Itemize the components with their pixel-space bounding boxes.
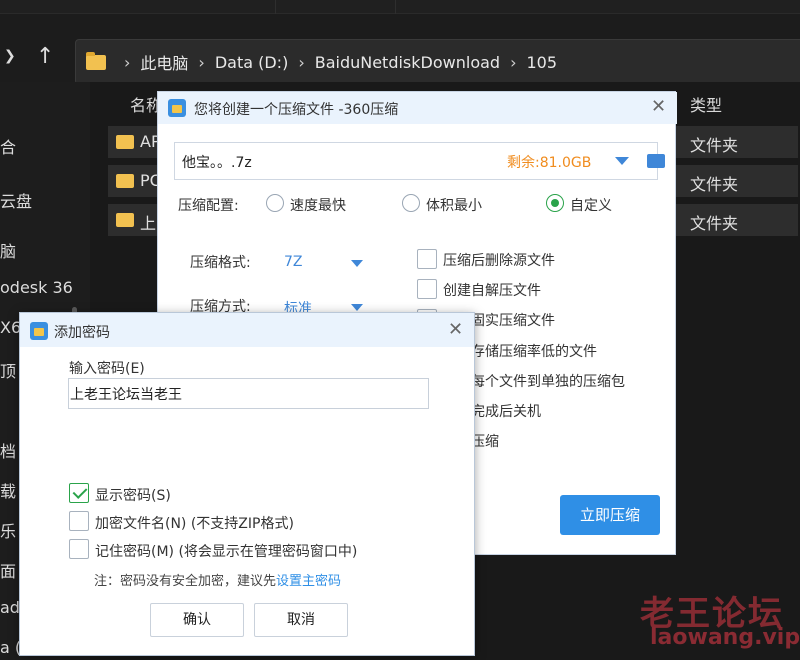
dropdown-arrow-icon[interactable] <box>615 157 629 165</box>
breadcrumb-separator-icon: › <box>510 52 517 72</box>
expand-chevron-icon[interactable]: ❯ <box>4 48 18 64</box>
option-label[interactable]: 压缩 <box>471 431 499 451</box>
breadcrumb-item[interactable]: BaiduNetdiskDownload <box>315 53 500 72</box>
password-input[interactable]: 上老王论坛当老王 <box>68 378 429 409</box>
sidebar-item[interactable]: odesk 36 <box>0 278 73 297</box>
password-label: 输入密码(E) <box>69 361 145 377</box>
close-icon[interactable]: ✕ <box>448 321 463 339</box>
archive-name-field[interactable]: 他宝。。.7z 剩余:81.0GB <box>174 142 665 180</box>
sidebar-item[interactable]: 乐 <box>0 518 16 542</box>
checkbox-label[interactable]: 记住密码(M) (将会显示在管理密码窗口中) <box>95 541 357 561</box>
archive-name: 他宝。。.7z <box>182 155 252 171</box>
cancel-button[interactable]: 取消 <box>254 603 348 637</box>
sidebar-item[interactable]: 合 <box>0 134 16 158</box>
sidebar-item[interactable]: 档 <box>0 438 16 462</box>
show-password-checkbox[interactable] <box>69 483 89 503</box>
sidebar-item[interactable]: 顶 <box>0 358 16 382</box>
file-type: 文件夹 <box>690 175 739 194</box>
dialog-title: 您将创建一个压缩文件 -360压缩 <box>194 102 399 118</box>
file-type: 文件夹 <box>690 136 739 155</box>
app-icon <box>168 99 186 117</box>
file-type: 文件夹 <box>690 214 739 233</box>
app-icon <box>30 322 48 340</box>
file-name: 上 <box>140 214 157 233</box>
option-label[interactable]: 固实压缩文件 <box>471 310 555 330</box>
set-master-password-link[interactable]: 设置主密码 <box>276 574 341 589</box>
address-bar[interactable]: › 此电脑 › Data (D:) › BaiduNetdiskDownload… <box>75 39 800 85</box>
sidebar-item[interactable]: X6 <box>0 318 21 337</box>
chevron-down-icon[interactable] <box>351 260 363 267</box>
sidebar-item[interactable]: 云盘 <box>0 188 32 212</box>
option-checkbox[interactable] <box>417 279 437 299</box>
checkbox-label[interactable]: 显示密码(S) <box>95 485 171 505</box>
dialog-title: 添加密码 <box>54 325 110 341</box>
password-dialog-titlebar[interactable]: 添加密码 ✕ <box>20 313 474 347</box>
format-select[interactable]: 7Z <box>284 254 303 270</box>
radio-fastest[interactable] <box>266 194 284 212</box>
password-dialog: 添加密码 ✕ 输入密码(E) 上老王论坛当老王 显示密码(S) 加密文件名(N)… <box>19 312 475 656</box>
format-label: 压缩格式: <box>190 255 251 271</box>
radio-label[interactable]: 自定义 <box>570 195 612 215</box>
sidebar-item[interactable]: 面 <box>0 558 16 582</box>
breadcrumb-item[interactable]: 105 <box>526 53 557 72</box>
checkbox-label[interactable]: 加密文件名(N) (不支持ZIP格式) <box>95 513 294 533</box>
folder-icon <box>116 213 134 227</box>
close-icon[interactable]: ✕ <box>651 98 666 116</box>
browse-folder-icon[interactable] <box>647 154 665 168</box>
compress-now-button[interactable]: 立即压缩 <box>560 495 660 535</box>
option-checkbox[interactable] <box>417 249 437 269</box>
option-label[interactable]: 创建自解压文件 <box>443 280 541 300</box>
folder-icon <box>116 135 134 149</box>
up-arrow-icon[interactable]: ↑ <box>36 44 54 69</box>
encrypt-filenames-checkbox[interactable] <box>69 511 89 531</box>
sidebar-item[interactable]: 载 <box>0 478 16 502</box>
free-space-label: 剩余:81.0GB <box>507 155 592 171</box>
title-strip <box>0 0 800 14</box>
remember-password-checkbox[interactable] <box>69 539 89 559</box>
strip-divider <box>275 0 276 14</box>
strip-divider <box>395 0 396 14</box>
radio-label[interactable]: 体积最小 <box>426 195 482 215</box>
breadcrumb-separator-icon: › <box>198 52 205 72</box>
option-label[interactable]: 完成后关机 <box>471 401 541 421</box>
radio-smallest[interactable] <box>402 194 420 212</box>
chevron-down-icon[interactable] <box>351 304 363 311</box>
column-header-type[interactable]: 类型 <box>690 92 722 116</box>
option-label[interactable]: 压缩后删除源文件 <box>443 250 555 270</box>
note-text: 注：密码没有安全加密，建议先 <box>94 574 277 589</box>
confirm-button[interactable]: 确认 <box>150 603 244 637</box>
breadcrumb-item[interactable]: Data (D:) <box>215 53 288 72</box>
compress-dialog-titlebar[interactable]: 您将创建一个压缩文件 -360压缩 ✕ <box>158 92 677 124</box>
navigation-bar: ❯ ↑ › 此电脑 › Data (D:) › BaiduNetdiskDown… <box>0 14 800 85</box>
security-note: 注：密码没有安全加密，建议先设置主密码 <box>94 570 341 589</box>
option-label[interactable]: 每个文件到单独的压缩包 <box>471 371 625 391</box>
config-label: 压缩配置: <box>178 198 239 214</box>
breadcrumb-separator-icon: › <box>298 52 305 72</box>
folder-icon <box>116 174 134 188</box>
watermark-url: laowang.vip <box>650 625 800 650</box>
radio-custom[interactable] <box>546 194 564 212</box>
breadcrumb-separator-icon: › <box>124 52 131 72</box>
folder-icon <box>86 51 106 70</box>
option-label[interactable]: 存储压缩率低的文件 <box>471 341 597 361</box>
sidebar-item[interactable]: 脑 <box>0 238 16 262</box>
radio-label[interactable]: 速度最快 <box>290 195 346 215</box>
breadcrumb-item[interactable]: 此电脑 <box>140 50 188 74</box>
